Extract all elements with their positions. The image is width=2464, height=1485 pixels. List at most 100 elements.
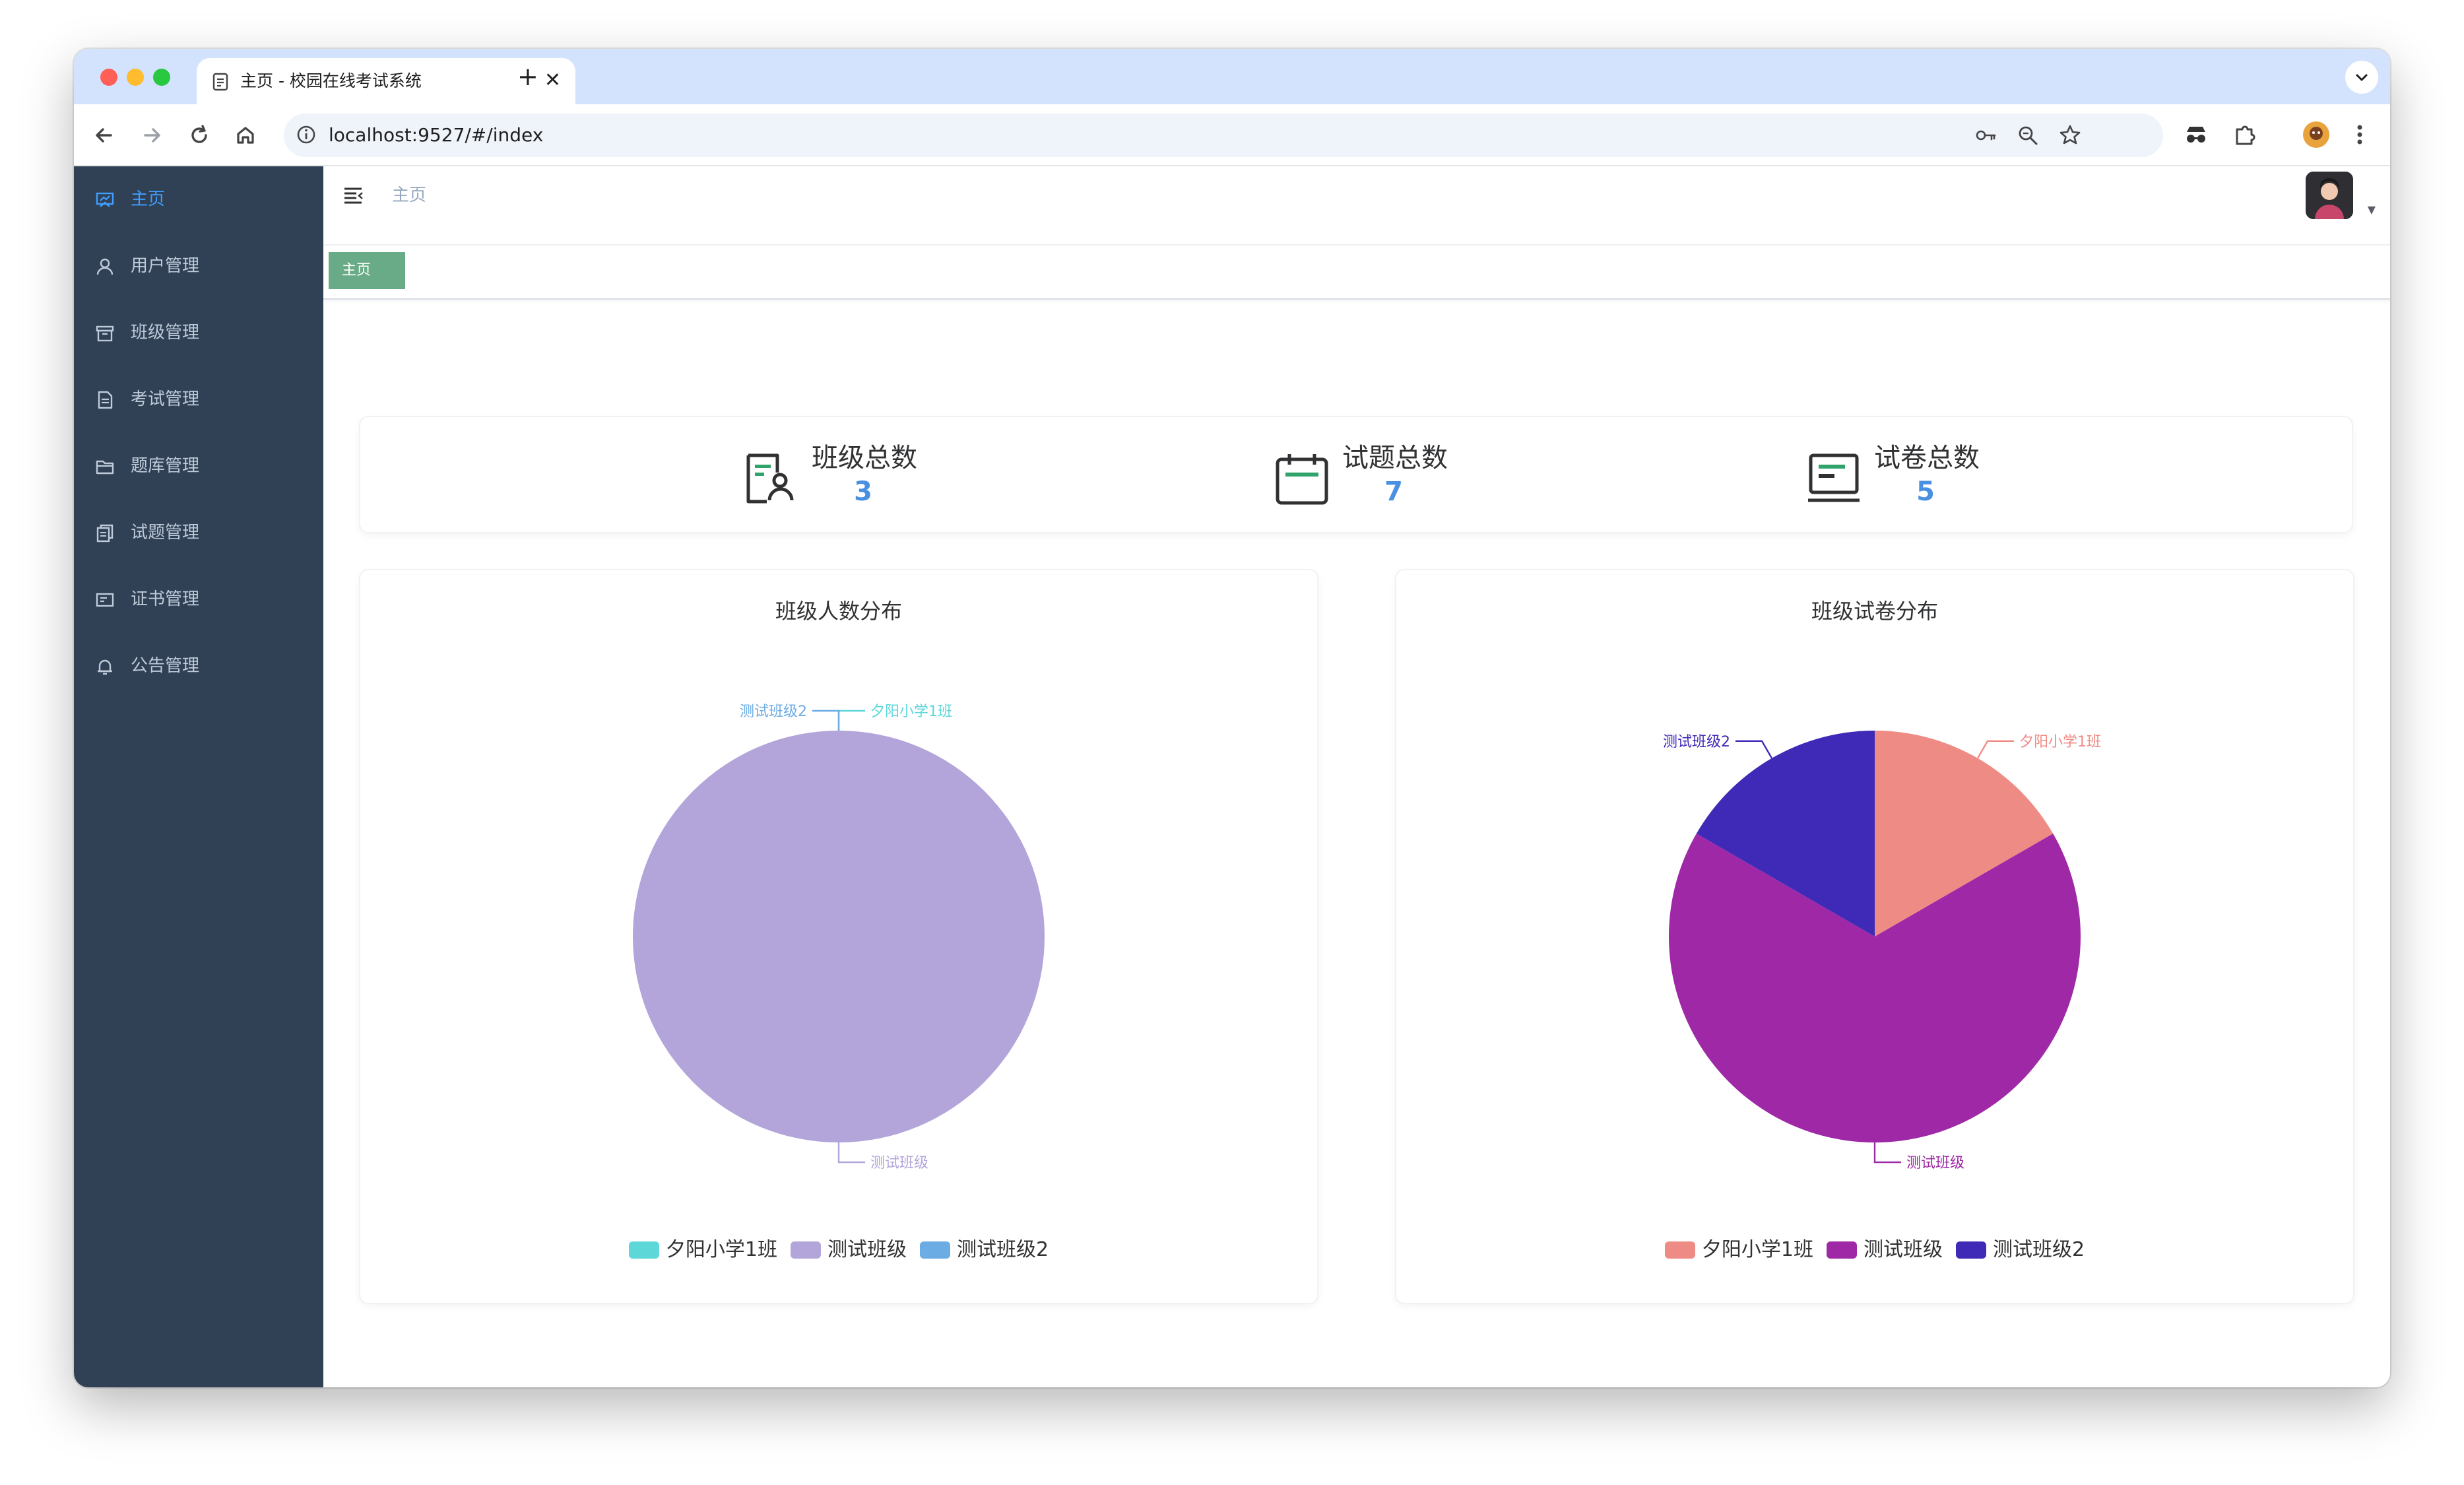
pie-slice-1[interactable] <box>633 731 1045 1142</box>
tab-title: 主页 - 校园在线考试系统 <box>240 71 422 90</box>
main-content: 主页 ▼ 主页 班级总数 3 试题总数 7 试卷总数 5 班级人数分布 夕阳小学… <box>323 166 2390 1387</box>
slice-label: 测试班级 <box>870 1155 928 1172</box>
sidebar-item-home[interactable]: 主页 <box>74 166 323 232</box>
sidebar-item-label: 试题管理 <box>131 523 200 543</box>
bookmark-star-icon[interactable] <box>2058 123 2083 148</box>
label-leader-line <box>837 1142 865 1164</box>
stats-panel: 班级总数 3 试题总数 7 试卷总数 5 <box>360 417 2352 532</box>
house-icon <box>237 127 254 144</box>
breadcrumb: 主页 <box>392 185 427 205</box>
label-leader-line <box>837 710 865 731</box>
back-button[interactable] <box>90 121 119 150</box>
page-favicon-icon <box>212 73 228 91</box>
user-avatar[interactable] <box>2306 172 2353 219</box>
browser-toolbar: localhost:9527/#/index <box>74 104 2390 166</box>
calendar-icon <box>1276 454 1328 505</box>
sidebar-item-label: 用户管理 <box>131 256 200 276</box>
chart-card-class-papers: 班级试卷分布 夕阳小学1班 测试班级 测试班级2 夕阳小学1班 测试班级 测试班级2 <box>1396 570 2353 1303</box>
zoom-icon[interactable] <box>2015 123 2040 148</box>
slice-label: 测试班级2 <box>1663 734 1730 750</box>
sidebar: 主页 用户管理 班级管理 考试管理 题库管理 试题管理 证书管理 公告管理 <box>74 166 323 1387</box>
hamburger-menu-icon[interactable] <box>342 183 366 207</box>
document-icon <box>98 391 113 409</box>
home-icon <box>96 192 114 207</box>
avatar-image-icon <box>2306 172 2353 219</box>
laptop-icon <box>1808 453 1860 502</box>
slice-label: 测试班级 <box>1906 1155 1964 1172</box>
sidebar-item-label: 主页 <box>131 189 166 209</box>
user-icon <box>96 258 113 275</box>
more-menu-icon[interactable] <box>2344 119 2376 150</box>
tab-search-button[interactable] <box>2345 61 2378 94</box>
sidebar-item-exams[interactable]: 考试管理 <box>74 366 323 432</box>
legend-label: 测试班级2 <box>957 1238 1049 1261</box>
slice-label: 夕阳小学1班 <box>870 704 952 720</box>
legend-item[interactable]: 夕阳小学1班 <box>1664 1237 1813 1263</box>
stat-value: 7 <box>1384 477 1403 507</box>
navbar: 主页 ▼ <box>323 166 2390 246</box>
pie-chart-class-students[interactable]: 夕阳小学1班测试班级 测试班级2 <box>360 570 1317 1230</box>
extensions-puzzle-icon[interactable] <box>2229 119 2261 150</box>
sidebar-item-label: 公告管理 <box>131 656 200 676</box>
certificate-icon <box>96 593 114 607</box>
pie-chart-class-papers[interactable]: 夕阳小学1班测试班级 测试班级2 <box>1396 570 2353 1230</box>
tags-view: 主页 <box>323 246 2390 300</box>
label-leader-line <box>1735 740 1773 759</box>
sidebar-item-certificates[interactable]: 证书管理 <box>74 566 323 632</box>
close-window-button[interactable] <box>100 69 117 86</box>
forward-button[interactable] <box>137 121 166 150</box>
incognito-icon[interactable] <box>2180 119 2212 150</box>
stat-label: 试题总数 <box>1342 443 1448 473</box>
info-icon[interactable] <box>296 124 317 145</box>
chart-legend: 夕阳小学1班 测试班级 测试班级2 <box>360 1237 1317 1263</box>
legend-label: 夕阳小学1班 <box>665 1238 777 1261</box>
legend-label: 测试班级 <box>1864 1238 1943 1261</box>
stat-value: 5 <box>1916 477 1935 507</box>
key-icon[interactable] <box>1973 123 1998 148</box>
slice-label: 测试班级2 <box>740 704 807 720</box>
legend-swatch <box>628 1241 659 1259</box>
sidebar-item-label: 考试管理 <box>131 389 200 409</box>
sidebar-item-label: 班级管理 <box>131 323 200 343</box>
legend-swatch <box>791 1241 821 1259</box>
new-tab-button[interactable]: + <box>517 63 538 90</box>
legend-label: 测试班级2 <box>1993 1238 2085 1261</box>
sidebar-item-label: 题库管理 <box>131 456 200 476</box>
label-leader-line <box>812 710 840 731</box>
tab-strip: 主页 - 校园在线考试系统 ✕ + <box>74 49 2390 104</box>
legend-item[interactable]: 测试班级2 <box>1956 1237 2085 1263</box>
sidebar-item-label: 证书管理 <box>131 589 200 609</box>
legend-item[interactable]: 测试班级 <box>791 1237 907 1263</box>
legend-item[interactable]: 夕阳小学1班 <box>628 1237 777 1263</box>
chart-card-class-students: 班级人数分布 夕阳小学1班 测试班级 测试班级2 夕阳小学1班 测试班级 测试班级2 <box>360 570 1317 1303</box>
sidebar-item-question-bank[interactable]: 题库管理 <box>74 433 323 499</box>
sidebar-item-users[interactable]: 用户管理 <box>74 233 323 299</box>
url-text[interactable]: localhost:9527/#/index <box>329 123 543 148</box>
maximize-window-button[interactable] <box>153 69 170 86</box>
stat-value: 3 <box>854 477 872 507</box>
avatar-dropdown-caret-icon[interactable]: ▼ <box>2368 203 2376 216</box>
home-button[interactable] <box>231 121 260 150</box>
sidebar-item-classes[interactable]: 班级管理 <box>74 300 323 366</box>
close-tab-icon[interactable]: ✕ <box>544 69 561 92</box>
sidebar-item-announcements[interactable]: 公告管理 <box>74 633 323 699</box>
reload-button[interactable] <box>185 121 214 150</box>
legend-item[interactable]: 测试班级2 <box>920 1237 1049 1263</box>
legend-label: 夕阳小学1班 <box>1701 1238 1813 1261</box>
legend-swatch <box>920 1241 950 1259</box>
tag-home[interactable]: 主页 <box>329 252 405 289</box>
app-root: 主页 用户管理 班级管理 考试管理 题库管理 试题管理 证书管理 公告管理 主页… <box>74 166 2390 1387</box>
sidebar-item-questions[interactable]: 试题管理 <box>74 500 323 566</box>
legend-item[interactable]: 测试班级 <box>1827 1237 1943 1263</box>
profile-avatar-icon[interactable] <box>2300 119 2332 150</box>
reload-icon <box>191 125 207 143</box>
label-leader-line <box>1976 740 2014 759</box>
slice-label: 夕阳小学1班 <box>2019 734 2101 750</box>
minimize-window-button[interactable] <box>127 69 144 86</box>
chevron-down-icon <box>2356 74 2368 81</box>
legend-swatch <box>1956 1241 1986 1259</box>
stat-label: 试卷总数 <box>1874 443 1980 473</box>
arrow-right-icon <box>144 128 160 143</box>
address-bar[interactable]: localhost:9527/#/index <box>284 114 2163 157</box>
label-leader-line <box>1873 1142 1901 1164</box>
